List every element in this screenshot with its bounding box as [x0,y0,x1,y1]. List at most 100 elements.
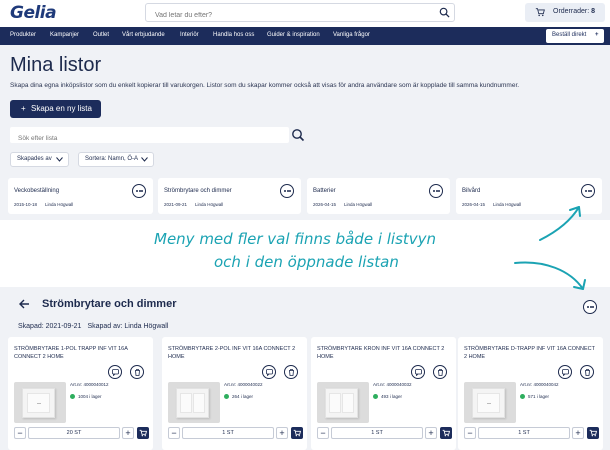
more-options-icon[interactable] [581,184,595,198]
decrease-quantity-button[interactable]: − [14,427,26,439]
list-card-name: Bilvård [462,188,481,194]
order-rows-label: Orderrader: 8 [553,8,596,15]
nav-item-outlet[interactable]: Outlet [93,32,109,38]
comment-icon[interactable] [262,365,276,379]
annotation-arrow-up-icon [539,206,581,241]
create-list-button[interactable]: + Skapa en ny lista [10,100,101,118]
increase-quantity-button[interactable]: + [425,427,437,439]
add-to-cart-button[interactable] [440,427,452,439]
site-search [145,3,455,24]
plus-icon: + [21,104,26,113]
add-to-cart-button[interactable] [587,427,599,439]
in-stock-dot-icon [373,394,378,399]
gelia-logo[interactable]: Gelia [10,3,57,23]
list-card-name: Batterier [313,188,336,194]
order-direct-button[interactable]: Beställ direkt + [546,29,604,43]
list-card-name: Strömbrytare och dimmer [164,188,232,194]
trash-icon[interactable] [130,365,144,379]
add-to-cart-button[interactable] [137,427,149,439]
quantity-input[interactable]: 1 ST [478,427,570,439]
increase-quantity-button[interactable]: + [276,427,288,439]
annotation-arrow-down-icon [514,261,586,290]
product-name[interactable]: STRÖMBRYTARE KRON INF VIT 16A CONNECT 2 … [317,345,449,361]
list-card-meta: 2021-09-21 Linda Högwall [164,202,224,207]
decrease-quantity-button[interactable]: − [168,427,180,439]
list-card-name: Veckobeställning [14,188,60,194]
cart-icon [535,8,545,17]
opened-list-title: Strömbrytare och dimmer [42,298,177,310]
trash-icon[interactable] [433,365,447,379]
nav-item-handla[interactable]: Handla hos oss [213,32,254,38]
search-icon[interactable] [290,127,306,143]
stock-status: 571 i lager [520,394,549,399]
in-stock-dot-icon [520,394,525,399]
page-description: Skapa dina egna inköpslistor som du enke… [10,82,520,89]
nav-item-guider[interactable]: Guider & inspiration [267,32,320,38]
list-card[interactable]: Batterier 2026-04-15 Linda Högwall [307,178,450,214]
search-icon[interactable] [439,7,450,18]
increase-quantity-button[interactable]: + [572,427,584,439]
nav-item-interior[interactable]: Interiör [180,32,199,38]
nav-item-fragor[interactable]: Vanliga frågor [333,32,370,38]
product-name[interactable]: STRÖMBRYTARE D-TRAPP INF VIT 16A CONNECT… [464,345,596,361]
article-number: Art.nr: 4000040042 [520,382,559,387]
product-image[interactable] [14,382,66,423]
plus-icon: + [595,32,599,38]
site-search-input[interactable] [146,7,416,24]
product-card: STRÖMBRYTARE D-TRAPP INF VIT 16A CONNECT… [458,337,603,450]
comment-icon[interactable] [411,365,425,379]
nav-item-produkter[interactable]: Produkter [10,32,36,38]
more-options-icon[interactable] [280,184,294,198]
back-arrow-icon[interactable] [18,298,30,310]
created-by-filter-label: Skapades av [17,156,52,162]
decrease-quantity-button[interactable]: − [317,427,329,439]
comment-icon[interactable] [558,365,572,379]
top-header: Gelia Orderrader: 8 [0,0,610,27]
stock-status: 1004 i lager [70,394,102,399]
decrease-quantity-button[interactable]: − [464,427,476,439]
quantity-input[interactable]: 1 ST [331,427,423,439]
stock-status: 264 i lager [224,394,253,399]
increase-quantity-button[interactable]: + [122,427,134,439]
opened-list-more-options-icon[interactable] [583,300,597,314]
nav-item-kampanjer[interactable]: Kampanjer [50,32,79,38]
product-name[interactable]: STRÖMBRYTARE 2-POL INF VIT 16A CONNECT 2… [168,345,300,361]
trash-icon[interactable] [284,365,298,379]
add-to-cart-button[interactable] [291,427,303,439]
trash-icon[interactable] [580,365,594,379]
list-card[interactable]: Veckobeställning 2015-10-18 Linda Högwall [8,178,153,214]
cart-icon [589,429,597,437]
created-by-filter[interactable]: Skapades av [10,152,69,167]
sort-dropdown[interactable]: Sortera: Namn, Ö-A [78,152,154,167]
product-image[interactable] [168,382,220,423]
article-number: Art.nr: 4000040022 [224,382,263,387]
more-options-icon[interactable] [132,184,146,198]
more-options-icon[interactable] [429,184,443,198]
order-direct-label: Beställ direkt [552,32,587,38]
main-navigation: Produkter Kampanjer Outlet Vårt erbjudan… [0,27,610,45]
in-stock-dot-icon [70,394,75,399]
product-name[interactable]: STRÖMBRYTARE 1-POL TRAPP INF VIT 16A CON… [14,345,146,361]
quantity-input[interactable]: 1 ST [182,427,274,439]
chevron-down-icon [141,157,148,162]
list-card-meta: 2026-04-15 Linda Högwall [313,202,373,207]
order-rows-button[interactable]: Orderrader: 8 [525,3,605,22]
product-card: STRÖMBRYTARE KRON INF VIT 16A CONNECT 2 … [311,337,456,450]
order-rows-count: 8 [591,8,596,15]
comment-icon[interactable] [108,365,122,379]
list-card-meta: 2026-04-15 Linda Högwall [462,202,522,207]
create-list-label: Skapa en ny lista [31,104,92,113]
list-search-input[interactable] [10,130,280,147]
product-card: STRÖMBRYTARE 2-POL INF VIT 16A CONNECT 2… [162,337,307,450]
opened-list-meta: Skapad: 2021-09-21 Skapad av: Linda Högwa… [18,323,169,330]
stock-status: 493 i lager [373,394,402,399]
product-image[interactable] [317,382,369,423]
cart-icon [293,429,301,437]
product-image[interactable] [464,382,516,423]
nav-item-erbjudande[interactable]: Vårt erbjudande [122,32,165,38]
list-card[interactable]: Strömbrytare och dimmer 2021-09-21 Linda … [158,178,301,214]
sort-dropdown-label: Sortera: Namn, Ö-A [85,156,139,162]
in-stock-dot-icon [224,394,229,399]
list-card-meta: 2015-10-18 Linda Högwall [14,202,74,207]
quantity-input[interactable]: 20 ST [28,427,120,439]
